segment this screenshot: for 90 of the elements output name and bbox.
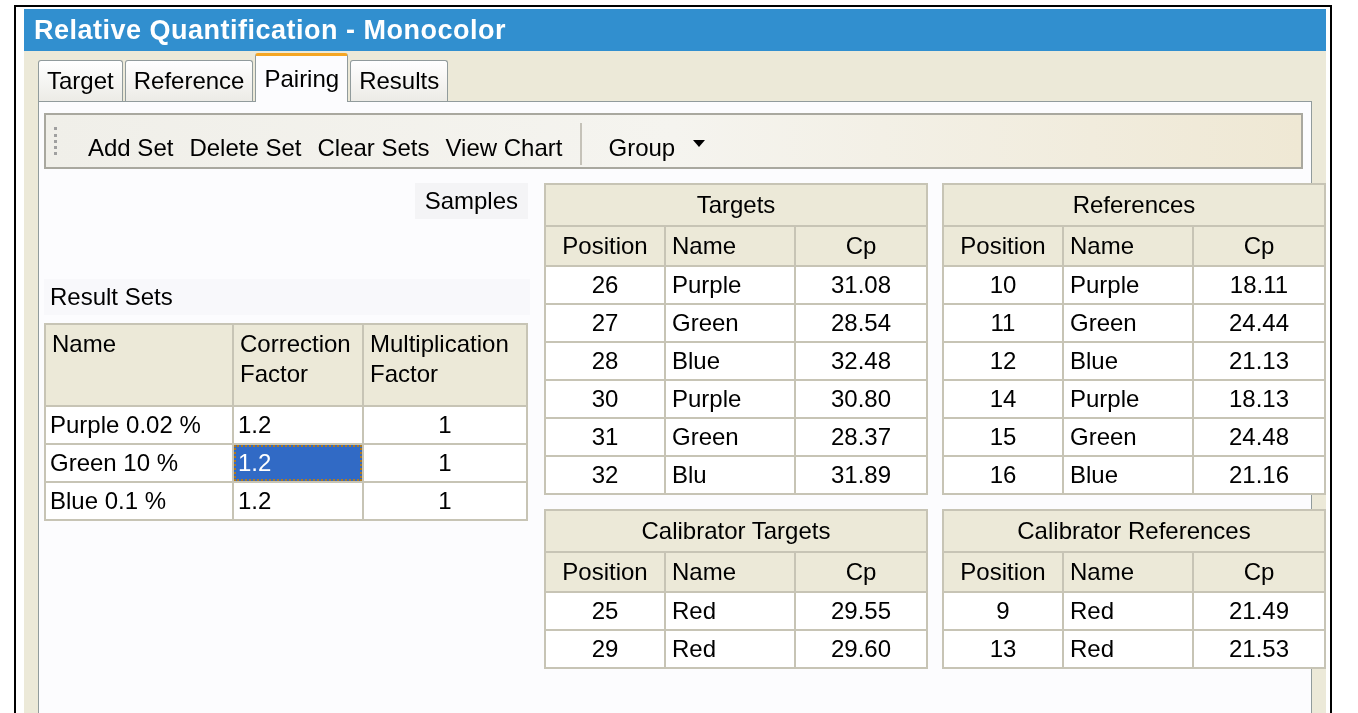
samples-label: Samples — [414, 183, 528, 219]
table-cell: 16 — [943, 456, 1063, 494]
table-cell: Green — [1063, 418, 1193, 456]
toolbar-button[interactable]: Clear Sets — [309, 131, 438, 165]
table-cell: 13 — [943, 630, 1063, 668]
column-header[interactable]: Correction Factor — [233, 324, 363, 406]
table-cell: Red — [1063, 592, 1193, 630]
table-cell: 31 — [545, 418, 665, 456]
table-cell: Green — [665, 304, 795, 342]
caret-icon — [693, 139, 706, 147]
tab[interactable]: Target — [38, 60, 123, 101]
table-cell[interactable]: 1.2 — [233, 406, 363, 444]
table-cell[interactable]: 1 — [363, 444, 527, 482]
table-cell: 10 — [943, 266, 1063, 304]
column-header[interactable]: Name — [665, 226, 795, 266]
toolbar-button[interactable]: Add Set — [80, 131, 182, 165]
table-title: References — [943, 184, 1325, 226]
table-cell: 31.08 — [795, 266, 927, 304]
table-cell: 11 — [943, 304, 1063, 342]
table-cell: 15 — [943, 418, 1063, 456]
table-cell: 9 — [943, 592, 1063, 630]
table-cell: Blue — [1063, 342, 1193, 380]
tab[interactable]: Pairing — [255, 53, 349, 102]
table-cell: Blue — [665, 342, 795, 380]
table-title: Calibrator References — [943, 510, 1325, 552]
table-cell: 24.48 — [1193, 418, 1325, 456]
column-header[interactable]: Name — [665, 552, 795, 592]
toolbar-button[interactable]: View Chart — [437, 131, 571, 165]
table-cell[interactable]: 1.2 — [233, 444, 363, 482]
table-cell: Blu — [665, 456, 795, 494]
table-cell[interactable]: Green 10 % — [45, 444, 233, 482]
table-cell: Green — [665, 418, 795, 456]
table-cell: 32 — [545, 456, 665, 494]
window-title: Relative Quantification - Monocolor — [24, 9, 1326, 51]
column-header[interactable]: Name — [1063, 226, 1193, 266]
table-cell: 12 — [943, 342, 1063, 380]
table-cell: 21.13 — [1193, 342, 1325, 380]
table-cell: 29.60 — [795, 630, 927, 668]
table-cell: 28.54 — [795, 304, 927, 342]
table-cell: 26 — [545, 266, 665, 304]
table-cell: Blue — [1063, 456, 1193, 494]
table-cell[interactable]: 1 — [363, 406, 527, 444]
table-cell: Red — [1063, 630, 1193, 668]
table-cell: 21.53 — [1193, 630, 1325, 668]
column-header[interactable]: Name — [45, 324, 233, 406]
column-header[interactable]: Name — [1063, 552, 1193, 592]
column-header[interactable]: Position — [545, 552, 665, 592]
table-cell: 29 — [545, 630, 665, 668]
table-cell: 21.16 — [1193, 456, 1325, 494]
table-title: Calibrator Targets — [545, 510, 927, 552]
table-cell: 29.55 — [795, 592, 927, 630]
table-cell: Purple — [1063, 380, 1193, 418]
table-cell: 30 — [545, 380, 665, 418]
table-cell[interactable]: 1 — [363, 482, 527, 520]
column-header[interactable]: Multiplication Factor — [363, 324, 527, 406]
table-cell: Green — [1063, 304, 1193, 342]
table-cell: 18.11 — [1193, 266, 1325, 304]
column-header[interactable]: Cp — [795, 226, 927, 266]
table-cell: 21.49 — [1193, 592, 1325, 630]
column-header[interactable]: Position — [943, 226, 1063, 266]
column-header[interactable]: Position — [943, 552, 1063, 592]
column-header[interactable]: Cp — [795, 552, 927, 592]
table-cell: 32.48 — [795, 342, 927, 380]
table-cell: 18.13 — [1193, 380, 1325, 418]
table-cell: 14 — [943, 380, 1063, 418]
table-cell: Red — [665, 630, 795, 668]
table-cell: Red — [665, 592, 795, 630]
table-cell: Purple — [665, 380, 795, 418]
table-cell[interactable]: Blue 0.1 % — [45, 482, 233, 520]
result-sets-label: Result Sets — [44, 279, 530, 315]
table-cell: 27 — [545, 304, 665, 342]
column-header[interactable]: Cp — [1193, 552, 1325, 592]
table-cell[interactable]: Purple 0.02 % — [45, 406, 233, 444]
table-cell: 28 — [545, 342, 665, 380]
table-cell: 31.89 — [795, 456, 927, 494]
table-cell: Purple — [1063, 266, 1193, 304]
table-title: Targets — [545, 184, 927, 226]
table-cell: 28.37 — [795, 418, 927, 456]
table-cell: 24.44 — [1193, 304, 1325, 342]
tab[interactable]: Reference — [124, 60, 254, 101]
table-cell: 25 — [545, 592, 665, 630]
group-dropdown[interactable]: Group — [602, 131, 712, 165]
column-header[interactable]: Position — [545, 226, 665, 266]
grip-icon[interactable] — [54, 127, 60, 155]
table-cell[interactable]: 1.2 — [233, 482, 363, 520]
table-cell: 30.80 — [795, 380, 927, 418]
column-header[interactable]: Cp — [1193, 226, 1325, 266]
toolbar-button[interactable]: Delete Set — [181, 131, 310, 165]
tab[interactable]: Results — [350, 60, 449, 101]
table-cell: Purple — [665, 266, 795, 304]
